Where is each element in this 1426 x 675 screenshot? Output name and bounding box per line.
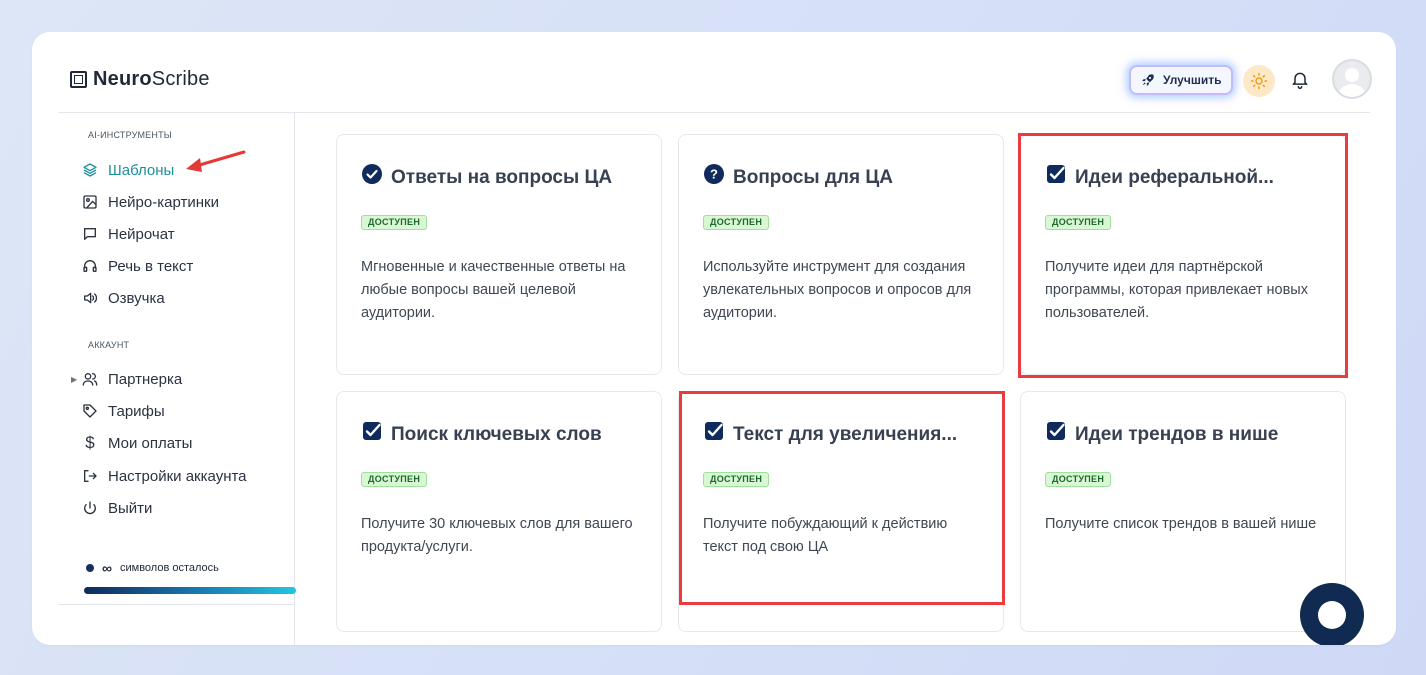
top-header: NeuroScribe Улучшить — [58, 32, 1372, 113]
sidebar-item-neuro-images[interactable]: Нейро-картинки — [82, 192, 219, 212]
template-card-audience-questions[interactable]: ? Вопросы для ЦА ДОСТУПЕН Используйте ин… — [678, 134, 1004, 375]
sidebar-item-label: Мои оплаты — [108, 434, 193, 452]
sidebar-item-voiceover[interactable]: Озвучка — [82, 288, 165, 308]
credits-progress-bar — [84, 587, 296, 594]
sidebar-item-label: Выйти — [108, 499, 153, 517]
power-icon — [82, 500, 98, 516]
card-title: Идеи трендов в нише — [1045, 422, 1279, 446]
tag-icon — [82, 403, 98, 419]
card-title: ? Вопросы для ЦА — [703, 164, 893, 189]
svg-text:?: ? — [710, 167, 718, 182]
card-title-text: Идеи трендов в нише — [1075, 424, 1279, 445]
sidebar: AI-ИНСТРУМЕНТЫ Шаблоны Нейро-картинки Не… — [58, 113, 296, 645]
users-icon — [82, 371, 98, 387]
template-card-keyword-search[interactable]: Поиск ключевых слов ДОСТУПЕН Получите 30… — [336, 391, 662, 632]
status-badge: ДОСТУПЕН — [361, 472, 428, 487]
speaker-icon — [82, 290, 98, 306]
card-title: Ответы на вопросы ЦА — [361, 164, 613, 189]
sidebar-item-partners[interactable]: Партнерка — [82, 369, 182, 389]
template-card-audience-answers[interactable]: Ответы на вопросы ЦА ДОСТУПЕН Мгновенные… — [336, 134, 662, 375]
sidebar-item-label: Речь в текст — [108, 257, 194, 275]
section-title-account: АККАУНТ — [88, 340, 130, 350]
card-description: Получите 30 ключевых слов для вашего про… — [361, 516, 633, 555]
expand-caret-icon[interactable]: ▶ — [71, 375, 77, 384]
card-title-text: Вопросы для ЦА — [733, 167, 893, 188]
logo-text: NeuroScribe — [93, 68, 210, 90]
sun-icon — [1250, 72, 1268, 90]
logo-icon — [70, 71, 87, 88]
sidebar-item-speech-to-text[interactable]: Речь в текст — [82, 256, 193, 276]
card-description: Получите список трендов в вашей нише — [1045, 516, 1317, 532]
layers-icon — [82, 162, 98, 178]
sidebar-item-account-settings[interactable]: Настройки аккаунта — [82, 466, 247, 486]
credits-progress-fill — [84, 587, 296, 594]
upgrade-label: Улучшить — [1163, 73, 1222, 87]
sidebar-item-label: Шаблоны — [108, 161, 175, 179]
annotation-arrow — [186, 150, 246, 172]
sidebar-item-neurochat[interactable]: Нейрочат — [82, 224, 175, 244]
image-icon — [82, 194, 98, 210]
template-card-niche-trends[interactable]: Идеи трендов в нише ДОСТУПЕН Получите сп… — [1020, 391, 1346, 632]
rocket-icon — [1142, 74, 1154, 86]
status-dot — [86, 564, 94, 572]
sidebar-item-templates[interactable]: Шаблоны — [82, 160, 174, 180]
dollar-icon: $ — [85, 433, 95, 452]
question-circle-icon: ? — [703, 163, 725, 185]
app-window: NeuroScribe Улучшить AI-ИНСТРУМЕНТЫ Шабл… — [32, 32, 1396, 645]
highlight-box-referral — [1018, 133, 1348, 378]
sidebar-divider — [58, 604, 295, 605]
sidebar-item-label: Тарифы — [108, 402, 165, 420]
sidebar-item-payments[interactable]: $ Мои оплаты — [82, 433, 192, 453]
sidebar-item-label: Партнерка — [108, 370, 183, 388]
sidebar-item-tariffs[interactable]: Тарифы — [82, 401, 165, 421]
check-square-icon — [361, 420, 383, 442]
sidebar-item-label: Настройки аккаунта — [108, 467, 247, 485]
highlight-box-increase-text — [679, 391, 1005, 605]
card-title-text: Ответы на вопросы ЦА — [391, 167, 613, 188]
chat-widget-button[interactable] — [1300, 583, 1364, 645]
logo[interactable]: NeuroScribe — [70, 68, 210, 91]
theme-toggle-button[interactable] — [1243, 65, 1275, 97]
check-square-icon — [1045, 420, 1067, 442]
section-title-ai-tools: AI-ИНСТРУМЕНТЫ — [88, 130, 172, 140]
headphones-icon — [82, 258, 98, 274]
sidebar-item-label: Озвучка — [108, 289, 165, 307]
upgrade-button[interactable]: Улучшить — [1129, 65, 1234, 95]
sidebar-item-label: Нейрочат — [108, 225, 175, 243]
status-badge: ДОСТУПЕН — [1045, 472, 1112, 487]
sidebar-item-label: Нейро-картинки — [108, 193, 219, 211]
status-badge: ДОСТУПЕН — [361, 215, 428, 230]
card-description: Используйте инструмент для создания увле… — [703, 259, 972, 321]
sidebar-item-logout[interactable]: Выйти — [82, 498, 152, 518]
avatar-placeholder-icon — [1338, 68, 1366, 97]
credits-amount: ∞ — [102, 560, 112, 576]
card-description: Мгновенные и качественные ответы на любы… — [361, 259, 626, 321]
credits-label: символов осталось — [119, 562, 219, 574]
notification-bell-icon[interactable] — [1290, 69, 1310, 91]
logout-arrow-icon — [82, 468, 98, 484]
check-circle-icon — [361, 163, 383, 185]
status-badge: ДОСТУПЕН — [703, 215, 770, 230]
chat-bubble-icon — [82, 226, 98, 242]
card-title: Поиск ключевых слов — [361, 422, 602, 446]
credits-indicator: ∞ символов осталось — [86, 560, 219, 576]
card-title-text: Поиск ключевых слов — [391, 424, 602, 445]
user-avatar[interactable] — [1332, 59, 1372, 99]
